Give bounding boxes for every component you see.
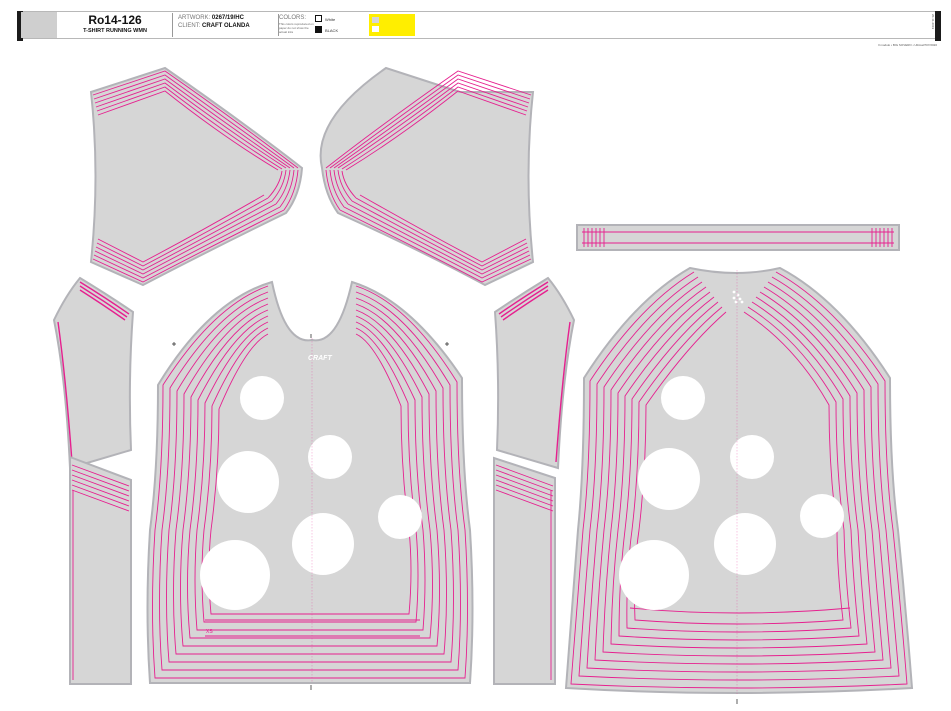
side-panel-lower-right [493,456,556,685]
size-label: XS [206,629,213,635]
neck-band-piece [576,224,900,251]
side-panel-upper-right [493,276,576,470]
sleeve-piece-left [89,66,304,287]
sleeve-piece-right [319,66,535,287]
pattern-layout: CRAFT XS [52,66,914,704]
side-panel-lower-left [69,455,132,685]
front-brand-logo: CRAFT [308,355,332,362]
front-body-piece: CRAFT XS [146,280,474,684]
back-body-piece [564,266,914,694]
side-panel-upper-left [52,276,135,470]
